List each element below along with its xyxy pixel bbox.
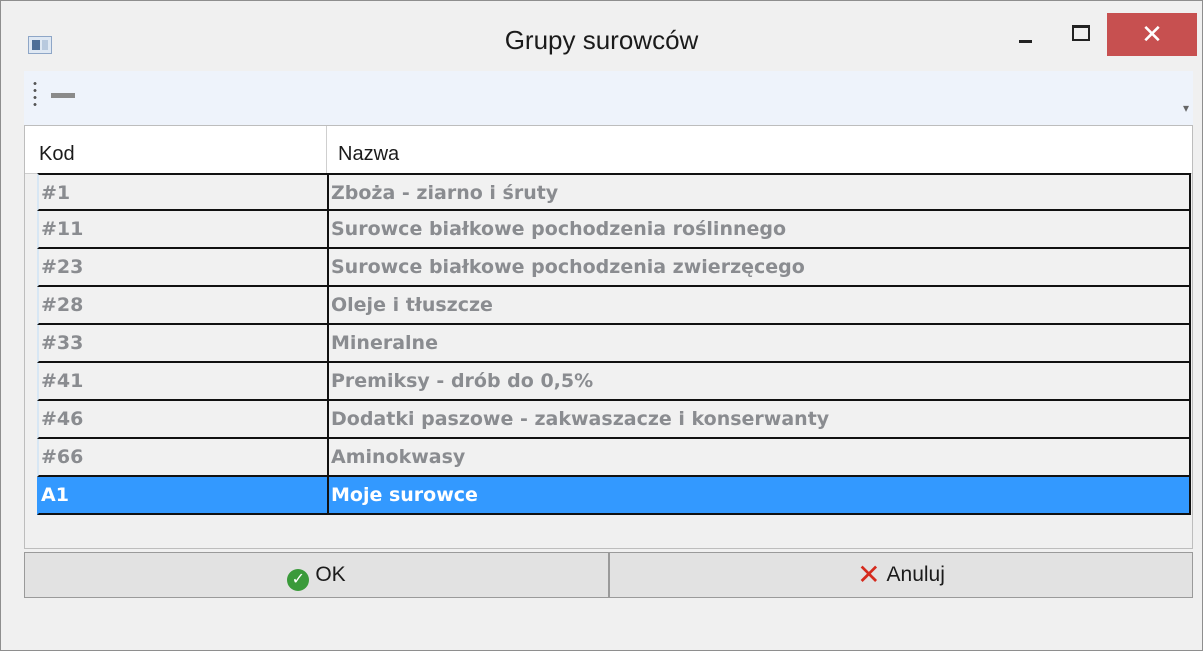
- red-x-icon: ✕: [857, 559, 881, 590]
- ok-button[interactable]: ✓ OK: [24, 552, 609, 598]
- toolbar: ▾: [24, 71, 1193, 126]
- cell-kod[interactable]: #41: [37, 363, 327, 401]
- remove-icon[interactable]: [51, 93, 75, 98]
- dialog-window: Grupy surowców ✕ ▾ Kod Nazwa #1 Zboża - z…: [0, 0, 1203, 651]
- title-bar[interactable]: Grupy surowców ✕: [1, 1, 1202, 69]
- table-row[interactable]: A1 Moje surowce: [25, 477, 1192, 515]
- table-row[interactable]: #46 Dodatki paszowe - zakwaszacze i konse…: [25, 401, 1192, 439]
- minimize-button[interactable]: [1003, 13, 1049, 56]
- cell-kod[interactable]: #23: [37, 249, 327, 287]
- button-bar: ✓ OK ✕ Anuluj: [24, 552, 1193, 598]
- grid-rows: #1 Zboża - ziarno i śruty #11 Surowce białk…: [25, 173, 1192, 515]
- cell-kod[interactable]: #33: [37, 325, 327, 363]
- cell-kod[interactable]: #11: [37, 211, 327, 249]
- cell-kod[interactable]: #46: [37, 401, 327, 439]
- cell-kod[interactable]: #1: [37, 173, 327, 211]
- check-circle-icon: ✓: [287, 569, 310, 591]
- toolbar-grip-icon[interactable]: [33, 80, 37, 110]
- table-row[interactable]: #11 Surowce białkowe pochodzenia roślinne…: [25, 211, 1192, 249]
- ok-button-label: OK: [315, 563, 346, 586]
- cell-nazwa[interactable]: Aminokwasy: [327, 439, 1191, 477]
- table-row[interactable]: #28 Oleje i tłuszcze: [25, 287, 1192, 325]
- grid-header: Kod Nazwa: [25, 126, 1192, 174]
- cell-nazwa[interactable]: Mineralne: [327, 325, 1191, 363]
- cell-kod[interactable]: A1: [37, 477, 327, 515]
- table-row[interactable]: #66 Aminokwasy: [25, 439, 1192, 477]
- cell-nazwa[interactable]: Surowce białkowe pochodzenia roślinnego: [327, 211, 1191, 249]
- table-row[interactable]: #1 Zboża - ziarno i śruty: [25, 173, 1192, 211]
- maximize-button[interactable]: [1057, 13, 1103, 56]
- cell-nazwa[interactable]: Dodatki paszowe - zakwaszacze i konserwa…: [327, 401, 1191, 439]
- table-row[interactable]: #23 Surowce białkowe pochodzenia zwierzęc…: [25, 249, 1192, 287]
- cell-nazwa[interactable]: Surowce białkowe pochodzenia zwierzęcego: [327, 249, 1191, 287]
- cancel-button-label: Anuluj: [886, 563, 945, 586]
- groups-grid: Kod Nazwa #1 Zboża - ziarno i śruty #11 Sur…: [24, 125, 1193, 549]
- cancel-button[interactable]: ✕ Anuluj: [609, 552, 1193, 598]
- cell-nazwa[interactable]: Oleje i tłuszcze: [327, 287, 1191, 325]
- cell-nazwa[interactable]: Moje surowce: [327, 477, 1191, 515]
- table-row[interactable]: #41 Premiksy - drób do 0,5%: [25, 363, 1192, 401]
- table-row[interactable]: #33 Mineralne: [25, 325, 1192, 363]
- cell-kod[interactable]: #28: [37, 287, 327, 325]
- column-header-kod[interactable]: Kod: [25, 126, 327, 173]
- close-icon: ✕: [1141, 19, 1163, 49]
- column-header-nazwa[interactable]: Nazwa: [327, 126, 1192, 173]
- toolbar-overflow-icon[interactable]: ▾: [1183, 101, 1189, 115]
- cell-nazwa[interactable]: Zboża - ziarno i śruty: [327, 173, 1191, 211]
- cell-kod[interactable]: #66: [37, 439, 327, 477]
- close-button[interactable]: ✕: [1107, 13, 1197, 56]
- cell-nazwa[interactable]: Premiksy - drób do 0,5%: [327, 363, 1191, 401]
